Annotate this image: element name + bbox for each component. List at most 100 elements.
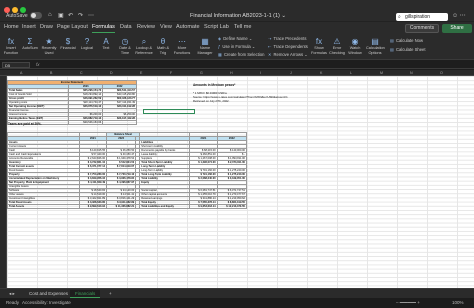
show-formulas-button[interactable]: fx Show Formulas	[310, 37, 328, 55]
trace-dependents-icon: ⇠	[268, 44, 272, 49]
name-box[interactable]: D5	[2, 62, 30, 68]
tab-automate[interactable]: Automate	[176, 24, 200, 30]
sheet-tab-financials[interactable]: Financials	[70, 290, 101, 298]
question-icon: ?	[84, 37, 90, 46]
formula-icon: ƒ	[218, 44, 221, 49]
balance-sheet-table: Balance Sheet 2021 2022 2021 2022 Assets…	[7, 132, 248, 209]
logical-button[interactable]: ? Logical	[78, 37, 96, 51]
tab-page-layout[interactable]: Page Layout	[57, 24, 88, 30]
search-input[interactable]: ⌕ gillspiration	[396, 13, 448, 21]
calculate-now-icon: ▤	[390, 38, 394, 43]
math-trig-button[interactable]: θ Math & Trig	[154, 37, 172, 55]
more-icon[interactable]: ⋯	[88, 12, 94, 19]
sheet-tab-cost-and-expenses[interactable]: Cost and Expenses	[24, 290, 73, 298]
search-icon: ⌕	[398, 14, 401, 20]
tab-data[interactable]: Data	[120, 24, 132, 30]
formula-bar: D5 fx	[0, 61, 474, 69]
trace-dependents-button[interactable]: ⇠ Trace Dependents	[268, 44, 308, 49]
add-sheet-icon[interactable]: +	[104, 290, 117, 298]
show-formulas-icon: fx	[315, 37, 323, 46]
tab-home[interactable]: Home	[4, 24, 19, 30]
calculate-sheet-button[interactable]: ▤ Calculate Sheet	[390, 47, 426, 52]
row-label: Total Assets	[7, 204, 80, 209]
remove-arrows-button[interactable]: ✕ Remove Arrows ⌄	[268, 52, 308, 57]
ellipsis-icon: ⋯	[178, 37, 186, 46]
formulas-ribbon: fx Insert Function Σ AutoSum ★ Recently Use…	[0, 34, 474, 60]
function-icon: fx	[7, 37, 15, 46]
calculator-icon: ▤	[371, 37, 379, 46]
comments-button[interactable]: Comments	[405, 24, 439, 33]
tab-draw[interactable]: Draw	[40, 24, 53, 30]
name-manager-button[interactable]: ▦ Name Manager	[196, 37, 214, 55]
use-in-formula-button[interactable]: ƒ Use in Formula ⌄	[218, 44, 255, 49]
recently-used-button[interactable]: ★ Recently Used	[40, 37, 58, 55]
tab-tell-me[interactable]: Tell me	[234, 24, 251, 30]
selection-icon: ▦	[218, 52, 222, 57]
cell-value: $39,546,154.66	[68, 120, 104, 125]
zoom-slider[interactable]: – ━━━━━━ +	[396, 300, 420, 306]
clock-icon: ◷	[121, 37, 129, 46]
search-value: gillspiration	[405, 14, 431, 20]
share-button[interactable]: Share	[442, 24, 472, 33]
prev-sheet-icon[interactable]: ◂ ▸	[4, 290, 20, 298]
tab-script-lab[interactable]: Script Lab	[204, 24, 229, 30]
text-icon: A	[103, 37, 109, 46]
star-icon: ★	[45, 37, 53, 46]
retrieved-note: Retrieved on July 27th, 2022.	[193, 99, 230, 103]
trace-precedents-button[interactable]: ⇢ Trace Precedents	[268, 36, 306, 41]
row-label: Total Liabilities and Equity	[139, 204, 191, 209]
account-icon[interactable]: ☺ ⋯	[452, 12, 466, 19]
selected-cell[interactable]	[143, 109, 195, 114]
warning-icon: ⚠	[333, 37, 341, 46]
save-icon[interactable]: ▣	[58, 12, 64, 19]
insert-function-button[interactable]: fx Insert Function	[2, 37, 20, 55]
lookup-icon: ⌕	[141, 37, 147, 46]
taxes-note: Taxes are paid at 20%.	[8, 122, 42, 126]
calculate-now-button[interactable]: ▤ Calculate Now	[390, 38, 423, 43]
create-from-selection-button[interactable]: ▦ Create from Selection	[218, 52, 264, 57]
fx-label[interactable]: fx	[36, 62, 40, 67]
tab-review[interactable]: Review	[137, 24, 155, 30]
window-title: Financial Information AB2023-1-1 (1) ⌄	[190, 13, 287, 19]
watch-icon: ◉	[351, 37, 359, 46]
dollar-icon: $	[65, 37, 71, 46]
title-bar: AutoSave ⌂ ▣ ↶ ↷ ⋯ Financial Information…	[0, 0, 474, 22]
status-bar: Ready Accessibility: Investigate – ━━━━━…	[0, 298, 474, 308]
lookup-reference-button[interactable]: ⌕ Lookup & Reference	[135, 37, 153, 55]
undo-icon[interactable]: ↶	[68, 12, 73, 19]
tab-formulas[interactable]: Formulas	[92, 24, 115, 33]
home-icon[interactable]: ⌂	[48, 12, 52, 18]
redo-icon[interactable]: ↷	[78, 12, 83, 19]
error-checking-button[interactable]: ⚠ Error Checking	[328, 37, 346, 55]
table-row: Accumulated Depreciation on Machinery $ 3…	[7, 176, 248, 181]
zoom-level[interactable]: 100%	[452, 300, 464, 305]
accessibility-status[interactable]: Accessibility: Investigate	[22, 300, 71, 305]
remove-arrows-icon: ✕	[268, 52, 272, 57]
financial-button[interactable]: $ Financial	[59, 37, 77, 51]
calculation-options-button[interactable]: ▤ Calculation Options	[366, 37, 385, 55]
watch-window-button[interactable]: ◉ Watch Window	[346, 37, 364, 55]
theta-icon: θ	[160, 37, 166, 46]
more-functions-button[interactable]: ⋯ More Functions	[173, 37, 191, 55]
autosave-label: AutoSave	[6, 13, 28, 19]
sigma-icon: Σ	[27, 37, 33, 46]
cell-value	[102, 120, 137, 125]
define-name-button[interactable]: ◈ Define Name ⌄	[218, 36, 252, 41]
sheet-tab-bar: ◂ ▸ Cost and Expenses Financials +	[0, 288, 474, 298]
autosum-button[interactable]: Σ AutoSum	[21, 37, 39, 51]
cell-value: $ 9,699,610.94	[78, 204, 108, 209]
cell-value: $ 12,213,370.55	[216, 204, 248, 209]
trace-precedents-icon: ⇢	[268, 36, 272, 41]
calculate-sheet-icon: ▤	[390, 47, 394, 52]
cell-value: $ 9,653,618.14	[189, 204, 218, 209]
table-row: Total Assets $ 9,699,610.94 $ 11,326,882.2…	[7, 204, 248, 209]
text-button[interactable]: A Text	[97, 37, 115, 51]
row-headers[interactable]	[0, 76, 7, 288]
autosave-toggle[interactable]	[30, 12, 42, 19]
tab-view[interactable]: View	[160, 24, 172, 30]
income-statement-table: Income Statement 2021 2022 Total Sales $6…	[7, 80, 137, 125]
tab-insert[interactable]: Insert	[22, 24, 36, 30]
spreadsheet-grid[interactable]: Income Statement 2021 2022 Total Sales $6…	[7, 76, 474, 288]
name-manager-icon: ▦	[201, 37, 209, 46]
date-time-button[interactable]: ◷ Date & Time	[116, 37, 134, 55]
